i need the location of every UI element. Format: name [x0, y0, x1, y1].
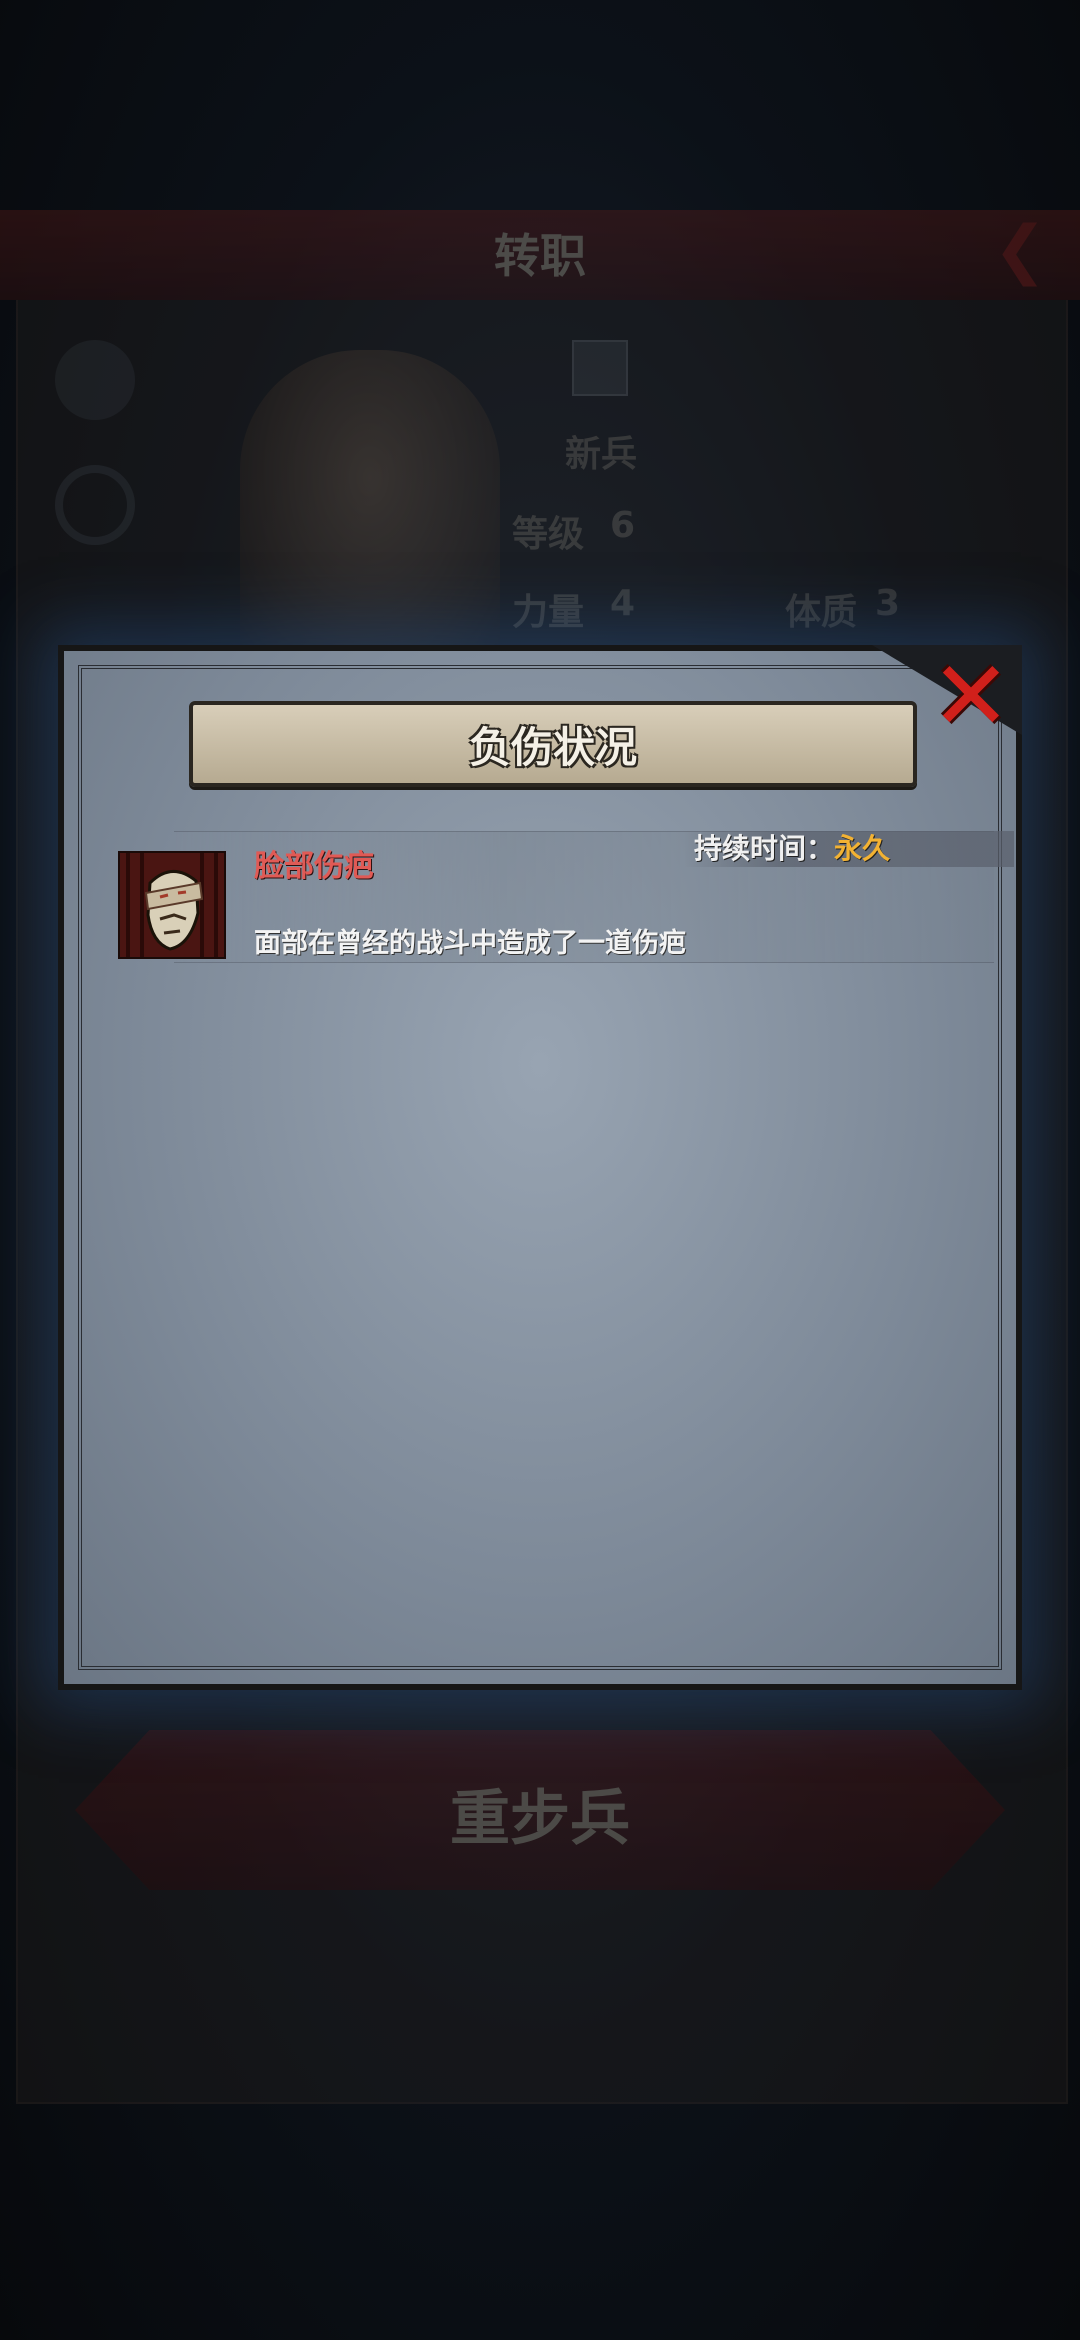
settings-icon: [55, 465, 135, 545]
weapon-icon: [572, 340, 628, 396]
character-portrait: [240, 350, 500, 670]
class-name: 新兵: [565, 434, 638, 475]
next-class-label: 重步兵: [450, 1784, 630, 1854]
dialog-title-banner: 负伤状况: [189, 701, 917, 787]
duration-text: 持续时间：永久: [694, 831, 890, 867]
dialog-frame: [78, 665, 1002, 1670]
injury-list-item: 持续时间：永久 脸部伤疤 面部在曾经的战斗中造成了一道伤疤: [94, 831, 1014, 963]
level-label: 等级: [512, 514, 585, 555]
strength-label: 力量: [512, 592, 585, 633]
injury-dialog: ✕ 负伤状况 持续时间：永久 脸部伤疤 面部在曾经的战斗中造成了一道伤疤: [58, 645, 1022, 1690]
background-title: 转职: [494, 229, 586, 283]
constitution-label: 体质: [785, 592, 858, 633]
injury-name: 脸部伤疤: [254, 849, 374, 884]
close-button[interactable]: ✕: [928, 640, 1014, 752]
duration-label: 持续时间：: [694, 832, 835, 865]
face-scar-icon: [118, 851, 226, 959]
dialog-title: 负伤状况: [468, 722, 637, 772]
constitution-value: 3: [875, 583, 901, 624]
screen: 转职 ❮ 新兵 等级 6 力量 4 体质 3 重步兵 ✕ 负伤状况 持续时间：永…: [0, 0, 1080, 2340]
back-arrow-icon: ❮: [993, 213, 1047, 287]
close-icon: ✕: [930, 640, 1012, 752]
level-value: 6: [610, 505, 636, 546]
help-icon: [55, 340, 135, 420]
injury-description: 面部在曾经的战斗中造成了一道伤疤: [254, 928, 686, 959]
strength-value: 4: [610, 583, 636, 624]
duration-value: 永久: [834, 832, 891, 865]
